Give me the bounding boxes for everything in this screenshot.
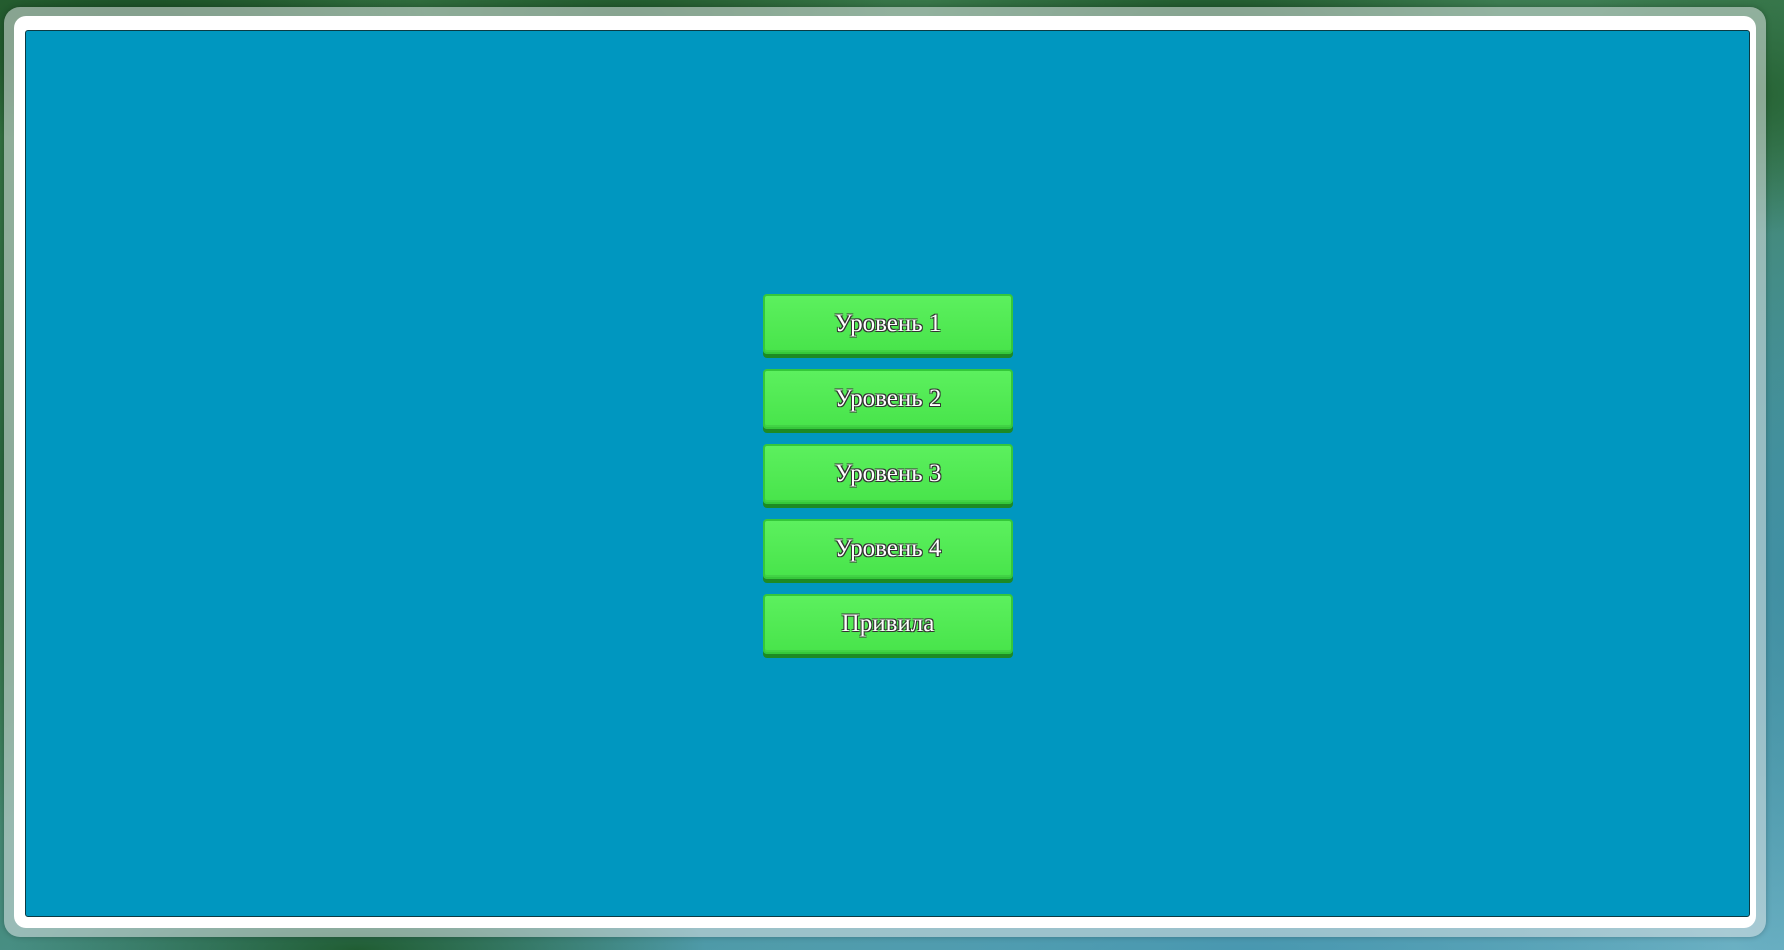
game-panel: Уровень 1 Уровень 2 Уровень 3 Уровень 4 …: [25, 30, 1750, 917]
level-4-button[interactable]: Уровень 4: [763, 519, 1013, 579]
rules-button[interactable]: Привила: [763, 594, 1013, 654]
level-2-button[interactable]: Уровень 2: [763, 369, 1013, 429]
level-3-button[interactable]: Уровень 3: [763, 444, 1013, 504]
main-menu: Уровень 1 Уровень 2 Уровень 3 Уровень 4 …: [763, 294, 1013, 654]
level-1-button[interactable]: Уровень 1: [763, 294, 1013, 354]
